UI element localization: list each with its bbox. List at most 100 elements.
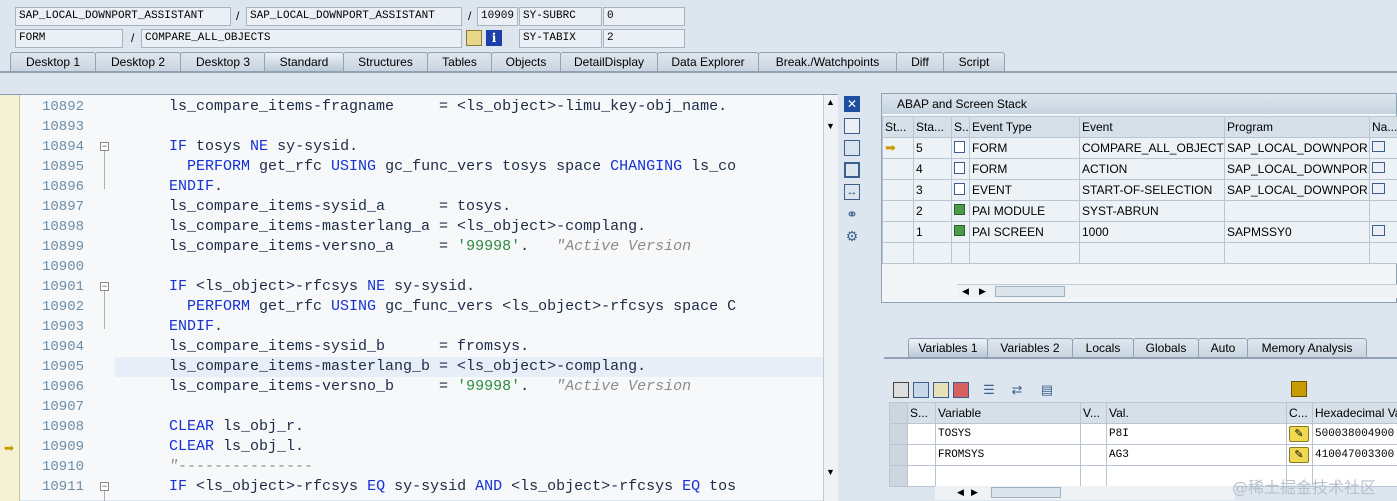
tab-diff[interactable]: Diff [896,52,944,71]
line-number[interactable]: 10892 [22,97,84,117]
line-number[interactable]: 10893 [22,117,84,137]
fold-toggle-icon[interactable]: − [100,482,109,491]
code-line[interactable]: PERFORM get_rfc USING gc_func_vers <ls_o… [115,297,823,317]
program-field[interactable]: SAP_LOCAL_DOWNPORT_ASSISTANT [15,7,231,26]
line-number[interactable]: 10904 [22,337,84,357]
tab-script[interactable]: Script [943,52,1005,71]
tab-variables-2[interactable]: Variables 2 [987,338,1073,357]
line-number[interactable]: 10900 [22,257,84,277]
include-field[interactable]: SAP_LOCAL_DOWNPORT_ASSISTANT [246,7,462,26]
col-header[interactable]: Val. [1107,403,1287,424]
col-header[interactable]: Sta... [914,117,952,138]
navigate-icon[interactable] [1370,159,1397,180]
line-number[interactable]: 10899 [22,237,84,257]
tab-objects[interactable]: Objects [491,52,561,71]
swap-icon[interactable]: ↔ [844,184,860,200]
sysvar-value-1[interactable]: 0 [603,7,685,26]
scroll-left-icon[interactable]: ◀ [962,286,969,297]
stack-row[interactable]: 3 EVENT START-OF-SELECTION SAP_LOCAL_DOW… [883,180,1397,201]
source-code-editor[interactable]: ➡ 10892 ls_compare_items-fragname = <ls_… [0,94,838,500]
stack-row[interactable]: ➡ 5 FORM COMPARE_ALL_OBJECTS SAP_LOCAL_D… [883,138,1397,159]
delete-icon[interactable] [893,382,909,398]
code-line[interactable]: IF <ls_object>-rfcsys NE sy-sysid. [115,277,823,297]
variable-name[interactable]: FROMSYS [936,445,1081,466]
maximize-icon[interactable] [844,162,860,178]
close-icon[interactable]: ✕ [844,96,860,112]
scroll-up-icon[interactable]: ▲ [826,97,835,107]
tab-breakpoints[interactable]: Break./Watchpoints [758,52,897,71]
row-selector[interactable] [890,466,908,487]
col-header[interactable]: C... [1287,403,1313,424]
line-number[interactable]: 10901 [22,277,84,297]
code-line[interactable]: ENDIF. [115,317,823,337]
line-number[interactable]: 10894 [22,137,84,157]
code-line[interactable]: ENDIF. [115,177,823,197]
tab-globals[interactable]: Globals [1133,338,1199,357]
services-icon[interactable]: ⚭ [844,206,860,222]
col-header[interactable]: S... [952,117,970,138]
source-display-icon[interactable] [466,30,482,46]
col-header[interactable]: Na... [1370,117,1397,138]
exchange-tool-icon[interactable] [844,140,860,156]
line-number[interactable]: 10903 [22,317,84,337]
variable-name[interactable]: TOSYS [936,424,1081,445]
col-header[interactable]: Program [1225,117,1370,138]
folder-icon[interactable]: ▤ [1039,382,1055,398]
code-line[interactable]: ls_compare_items-masterlang_b = <ls_obje… [115,357,823,377]
tab-detaildisplay[interactable]: DetailDisplay [560,52,658,71]
line-number[interactable]: 10907 [22,397,84,417]
code-line[interactable]: IF <ls_object>-rfcsys EQ sy-sysid AND <l… [115,477,823,497]
pencil-icon[interactable]: ✎ [1289,447,1309,463]
tab-desktop-2[interactable]: Desktop 2 [95,52,181,71]
select-all[interactable] [890,403,908,424]
info-icon[interactable]: i [486,30,502,46]
code-line[interactable]: PERFORM get_rfc USING gc_func_vers tosys… [115,157,823,177]
line-number[interactable]: 10897 [22,197,84,217]
scroll-thumb[interactable] [991,487,1061,498]
scroll-down-icon[interactable]: ▼ [826,467,835,477]
code-line[interactable]: IF tosys NE sy-sysid. [115,137,823,157]
transfer-icon[interactable]: ⇄ [1009,382,1025,398]
pencil-icon[interactable]: ✎ [1289,426,1309,442]
col-header[interactable]: S... [908,403,936,424]
code-line[interactable]: ls_compare_items-sysid_a = tosys. [115,197,823,217]
line-number[interactable]: 10902 [22,297,84,317]
col-header[interactable]: Event Type [970,117,1080,138]
col-header[interactable]: Event [1080,117,1225,138]
navigate-icon[interactable] [1370,180,1397,201]
new-tool-icon[interactable] [844,118,860,134]
sysvar-value-2[interactable]: 2 [603,29,685,48]
stack-row[interactable]: 1 PAI SCREEN 1000 SAPMSSY0 [883,222,1397,243]
line-number[interactable]: 10908 [22,417,84,437]
line-number[interactable]: 10911 [22,477,84,497]
line-number[interactable]: 10909 [22,437,84,457]
tab-desktop-3[interactable]: Desktop 3 [180,52,266,71]
fold-toggle-icon[interactable]: − [100,142,109,151]
col-header[interactable]: V... [1081,403,1107,424]
scroll-down-icon[interactable]: ▼ [826,121,835,131]
row-selector[interactable] [890,445,908,466]
stack-row[interactable]: 2 PAI MODULE SYST-ABRUN [883,201,1397,222]
code-line[interactable]: ls_compare_items-fragname = <ls_object>-… [115,97,823,117]
code-line[interactable]: CLEAR ls_obj_l. [115,437,823,457]
tab-variables-1[interactable]: Variables 1 [908,338,988,357]
load-variables-icon[interactable] [933,382,949,398]
tab-desktop-1[interactable]: Desktop 1 [10,52,96,71]
scroll-right-icon[interactable]: ▶ [979,286,986,297]
stack-hscroll[interactable]: ◀ ▶ [957,284,1397,298]
code-line[interactable]: ls_compare_items-masterlang_a = <ls_obje… [115,217,823,237]
navigate-icon[interactable] [1370,222,1397,243]
tab-tables[interactable]: Tables [427,52,492,71]
change-value-button[interactable]: ✎ [1287,424,1313,445]
save-icon[interactable] [1291,381,1307,397]
variable-row[interactable]: FROMSYS AG3 ✎ 410047003300 [890,445,1397,466]
hierarchy-icon[interactable]: ☰ [981,382,997,398]
tab-structures[interactable]: Structures [343,52,428,71]
tab-standard[interactable]: Standard [264,52,344,71]
stack-row[interactable]: 4 FORM ACTION SAP_LOCAL_DOWNPOR... [883,159,1397,180]
sysvar-name-2[interactable]: SY-TABIX [519,29,602,48]
line-number[interactable]: 10906 [22,377,84,397]
scroll-thumb[interactable] [995,286,1065,297]
variable-row[interactable]: TOSYS P8I ✎ 500038004900 [890,424,1397,445]
line-number[interactable]: 10898 [22,217,84,237]
